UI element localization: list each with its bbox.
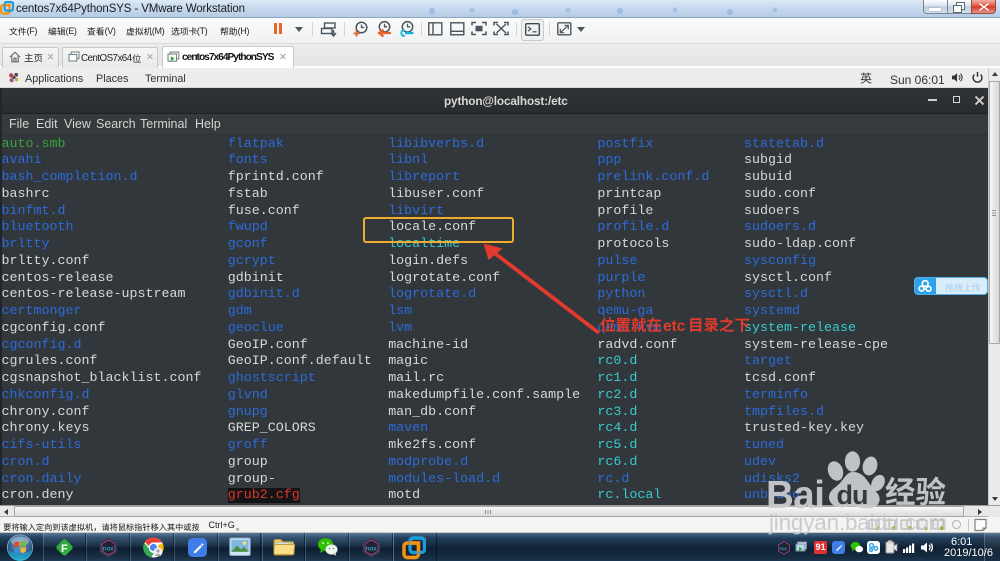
svg-text:nox: nox [102,545,113,552]
svg-text:nox: nox [780,546,788,551]
svg-text:nox: nox [365,545,376,552]
svg-text:du: du [837,480,868,509]
svg-text:F: F [61,543,68,555]
